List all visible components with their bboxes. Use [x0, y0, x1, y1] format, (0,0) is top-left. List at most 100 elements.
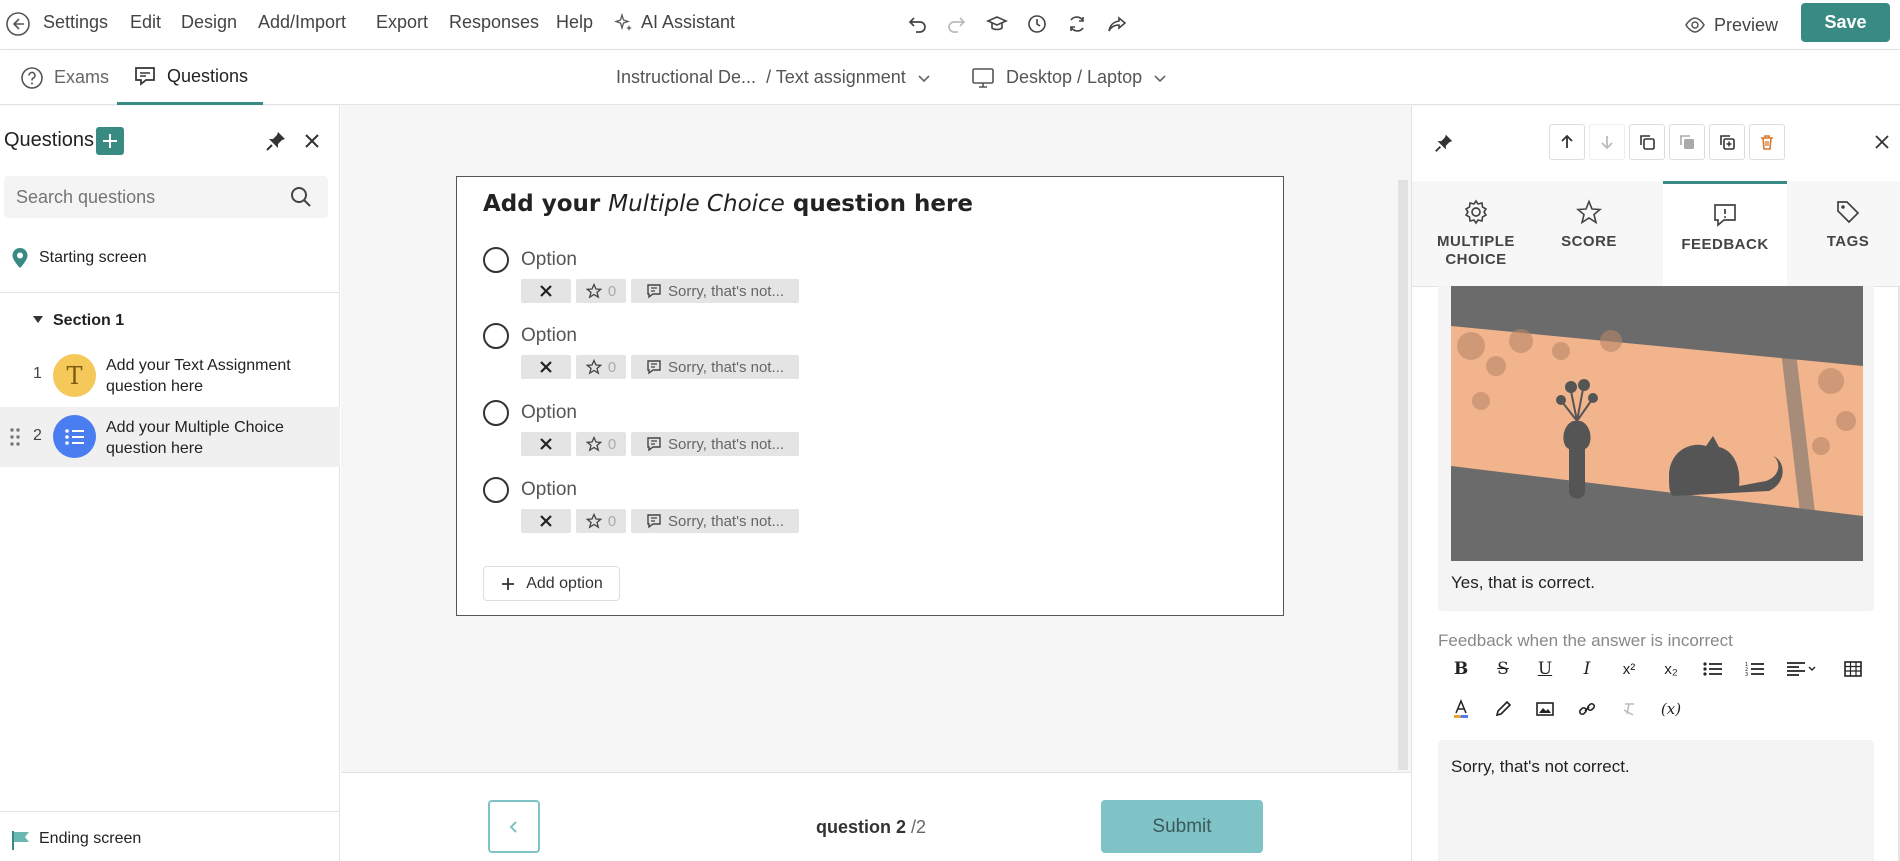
monitor-icon	[972, 67, 994, 88]
graduation-cap-icon[interactable]	[983, 10, 1011, 38]
table-icon[interactable]	[1838, 654, 1868, 684]
share-icon[interactable]	[1103, 10, 1131, 38]
undo-icon[interactable]	[903, 10, 931, 38]
device-dropdown[interactable]: Desktop / Laptop	[970, 50, 1168, 105]
pencil-icon[interactable]	[1488, 694, 1518, 724]
ending-screen-item[interactable]: Ending screen	[0, 822, 340, 858]
caret-down-icon	[32, 315, 44, 325]
close-panel-icon[interactable]	[1873, 133, 1891, 151]
question-item-2[interactable]: 2 Add your Multiple Choice question here	[0, 407, 340, 467]
score-chip[interactable]: 0	[576, 432, 626, 456]
menu-add-import[interactable]: Add/Import	[258, 12, 346, 33]
score-chip[interactable]: 0	[576, 279, 626, 303]
close-sidebar-icon[interactable]	[301, 130, 323, 152]
question-chat-icon	[135, 67, 155, 86]
mark-correct-button[interactable]	[521, 279, 571, 303]
duplicate-button[interactable]	[1709, 124, 1745, 160]
refresh-icon[interactable]	[1063, 10, 1091, 38]
device-label: Desktop / Laptop	[1006, 67, 1143, 87]
breadcrumb-dropdown[interactable]: Instructional De... / Text assignment	[616, 50, 932, 105]
comment-icon	[647, 360, 661, 375]
location-pin-icon	[11, 247, 29, 269]
canvas-scrollbar[interactable]	[1398, 180, 1408, 770]
feedback-chip[interactable]: Sorry, that's not...	[631, 432, 799, 456]
mark-correct-button[interactable]	[521, 432, 571, 456]
tab-multiple-choice[interactable]: MULTIPLE CHOICE	[1428, 181, 1524, 286]
align-dropdown[interactable]	[1782, 654, 1822, 684]
drag-handle-icon[interactable]	[9, 427, 21, 447]
save-button[interactable]: Save	[1801, 3, 1890, 42]
search-icon[interactable]	[290, 186, 312, 208]
section-label: Section 1	[53, 312, 125, 329]
delete-button[interactable]	[1749, 124, 1785, 160]
menu-edit[interactable]: Edit	[130, 12, 161, 33]
menu-settings[interactable]: Settings	[43, 12, 108, 33]
link-icon[interactable]	[1572, 694, 1602, 724]
italic-icon[interactable]: I	[1572, 654, 1602, 684]
mark-correct-button[interactable]	[521, 509, 571, 533]
option-radio[interactable]	[483, 247, 509, 273]
image-icon[interactable]	[1530, 694, 1560, 724]
option-radio[interactable]	[483, 400, 509, 426]
pin-icon[interactable]	[1433, 132, 1455, 154]
tab-score[interactable]: SCORE	[1541, 181, 1637, 286]
pin-icon[interactable]	[264, 129, 288, 153]
option-label[interactable]: Option	[521, 402, 577, 424]
submit-button[interactable]: Submit	[1101, 800, 1263, 853]
mark-correct-button[interactable]	[521, 355, 571, 379]
tab-questions[interactable]: Questions	[117, 50, 263, 105]
menu-help[interactable]: Help	[556, 12, 593, 33]
move-down-button[interactable]	[1589, 124, 1625, 160]
option-radio[interactable]	[483, 323, 509, 349]
redo-icon[interactable]	[943, 10, 971, 38]
tab-questions-label: Questions	[167, 65, 249, 86]
menu-export[interactable]: Export	[376, 12, 428, 33]
incorrect-feedback-editor[interactable]: Sorry, that's not correct.	[1438, 740, 1874, 861]
formula-icon[interactable]: (x)	[1656, 694, 1686, 724]
bullet-list-icon[interactable]	[1698, 654, 1728, 684]
section-header[interactable]: Section 1	[0, 304, 340, 338]
tab-exams[interactable]: Exams	[16, 50, 113, 105]
tab-tags[interactable]: TAGS	[1803, 181, 1893, 286]
add-question-button[interactable]	[96, 127, 124, 155]
option-label[interactable]: Option	[521, 325, 577, 347]
feedback-editor-area: Yes, that is correct. Feedback when the …	[1438, 286, 1886, 861]
underline-icon[interactable]: U	[1530, 654, 1560, 684]
subscript-icon[interactable]: x₂	[1656, 654, 1686, 684]
previous-button[interactable]	[488, 800, 540, 853]
copy-button[interactable]	[1629, 124, 1665, 160]
option-label[interactable]: Option	[521, 479, 577, 501]
menu-design[interactable]: Design	[181, 12, 237, 33]
starting-screen-item[interactable]: Starting screen	[0, 240, 340, 280]
score-chip[interactable]: 0	[576, 355, 626, 379]
ai-assistant-button[interactable]: AI Assistant	[614, 12, 735, 33]
strikethrough-icon[interactable]: S	[1488, 654, 1518, 684]
paste-button[interactable]	[1669, 124, 1705, 160]
superscript-icon[interactable]: x²	[1614, 654, 1644, 684]
search-input[interactable]	[4, 176, 274, 218]
menu-responses[interactable]: Responses	[449, 12, 539, 33]
text-color-icon[interactable]	[1446, 694, 1476, 724]
option-label[interactable]: Option	[521, 249, 577, 271]
feedback-chip[interactable]: Sorry, that's not...	[631, 355, 799, 379]
score-chip[interactable]: 0	[576, 509, 626, 533]
option-radio[interactable]	[483, 477, 509, 503]
correct-feedback-box[interactable]: Yes, that is correct.	[1438, 286, 1874, 611]
numbered-list-icon[interactable]: 123	[1740, 654, 1770, 684]
feedback-chip[interactable]: Sorry, that's not...	[631, 279, 799, 303]
clear-format-icon[interactable]	[1614, 694, 1644, 724]
divider	[0, 811, 340, 812]
bold-icon[interactable]: B	[1446, 654, 1476, 684]
question-title[interactable]: Add your Multiple Choice question here	[483, 191, 973, 217]
clock-icon[interactable]	[1023, 10, 1051, 38]
tab-feedback[interactable]: FEEDBACK	[1663, 181, 1787, 286]
back-icon[interactable]	[4, 10, 32, 38]
add-option-button[interactable]: Add option	[483, 566, 620, 601]
question-card[interactable]: Add your Multiple Choice question here O…	[456, 176, 1284, 616]
question-title-end: question here	[784, 191, 973, 217]
feedback-chip[interactable]: Sorry, that's not...	[631, 509, 799, 533]
question-item-1[interactable]: 1 T Add your Text Assignment question he…	[0, 346, 340, 404]
move-up-button[interactable]	[1549, 124, 1585, 160]
preview-button[interactable]: Preview	[1684, 10, 1778, 40]
gear-icon	[1464, 199, 1488, 225]
